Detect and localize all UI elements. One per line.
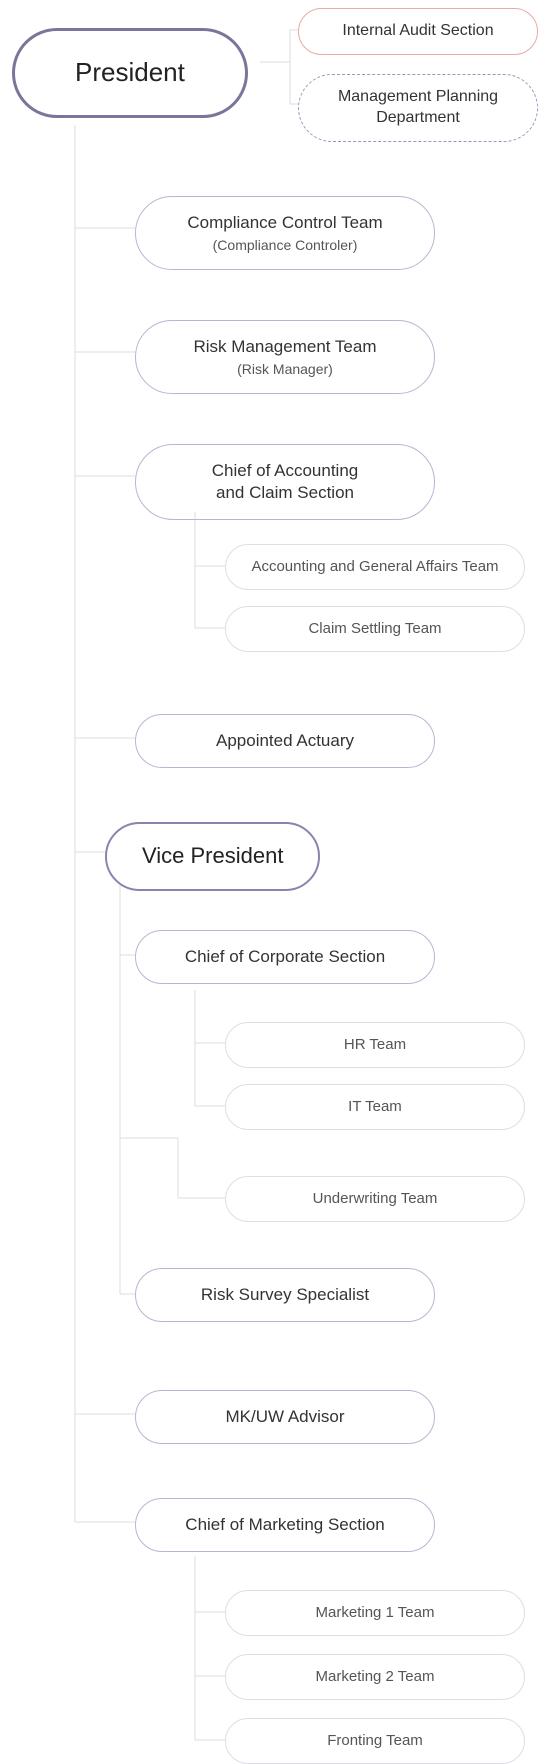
fronting-label: Fronting Team [327,1731,423,1751]
vp-label: Vice President [142,842,283,871]
corp-chief-label: Chief of Corporate Section [185,946,385,968]
underwriting-label: Underwriting Team [313,1189,438,1209]
underwriting-node: Underwriting Team [225,1176,525,1222]
claim-team-node: Claim Settling Team [225,606,525,652]
compliance-sub: (Compliance Controler) [213,236,358,254]
internal-audit-node: Internal Audit Section [298,8,538,55]
president-label: President [75,56,185,90]
fronting-node: Fronting Team [225,1718,525,1764]
actuary-node: Appointed Actuary [135,714,435,768]
compliance-node: Compliance Control Team (Compliance Cont… [135,196,435,270]
risk-survey-label: Risk Survey Specialist [201,1284,369,1306]
accounting-chief-line2: and Claim Section [216,482,354,504]
marketing1-label: Marketing 1 Team [316,1603,435,1623]
mgmt-planning-node: Management Planning Department [298,74,538,142]
marketing1-node: Marketing 1 Team [225,1590,525,1636]
hr-team-node: HR Team [225,1022,525,1068]
mkuw-node: MK/UW Advisor [135,1390,435,1444]
claim-team-label: Claim Settling Team [308,619,441,639]
vp-node: Vice President [105,822,320,891]
marketing2-node: Marketing 2 Team [225,1654,525,1700]
risk-mgmt-node: Risk Management Team (Risk Manager) [135,320,435,394]
actuary-label: Appointed Actuary [216,730,354,752]
hr-team-label: HR Team [344,1035,406,1055]
internal-audit-label: Internal Audit Section [342,21,493,42]
compliance-title: Compliance Control Team [187,212,382,234]
mgmt-planning-label: Management Planning Department [319,87,517,129]
marketing-chief-label: Chief of Marketing Section [185,1514,384,1536]
risk-survey-node: Risk Survey Specialist [135,1268,435,1322]
corp-chief-node: Chief of Corporate Section [135,930,435,984]
marketing-chief-node: Chief of Marketing Section [135,1498,435,1552]
marketing2-label: Marketing 2 Team [316,1667,435,1687]
accounting-chief-node: Chief of Accounting and Claim Section [135,444,435,520]
it-team-node: IT Team [225,1084,525,1130]
risk-mgmt-sub: (Risk Manager) [237,360,333,378]
it-team-label: IT Team [348,1097,402,1117]
accounting-chief-line1: Chief of Accounting [212,460,358,482]
accounting-team-label: Accounting and General Affairs Team [251,557,498,577]
mkuw-label: MK/UW Advisor [225,1406,344,1428]
accounting-team-node: Accounting and General Affairs Team [225,544,525,590]
risk-mgmt-title: Risk Management Team [194,336,377,358]
president-node: President [12,28,248,118]
